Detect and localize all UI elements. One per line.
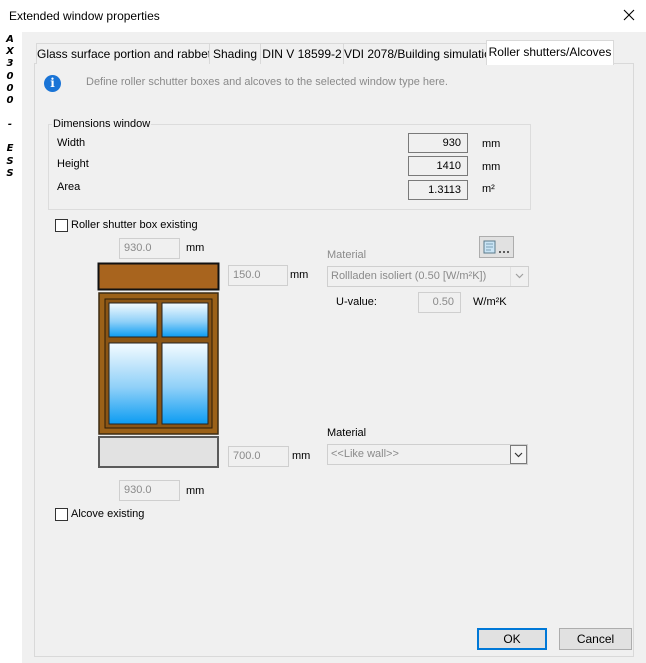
tab-vdi-2078[interactable]: VDI 2078/Building simulation bbox=[343, 43, 497, 64]
chevron-down-icon bbox=[510, 445, 527, 464]
alcove-checkbox[interactable] bbox=[55, 508, 68, 521]
width-field: 930 bbox=[408, 133, 468, 153]
roller-shutter-checkbox-label[interactable]: Roller shutter box existing bbox=[71, 219, 198, 231]
side-strip-label: A X 3 0 0 0 - E S S bbox=[3, 34, 17, 180]
width-label: Width bbox=[57, 137, 86, 149]
top-width-field[interactable]: 930.0 bbox=[119, 238, 180, 259]
material-catalog-button[interactable] bbox=[479, 236, 514, 258]
side-char bbox=[3, 131, 17, 143]
side-char: 0 bbox=[6, 82, 14, 94]
width-unit: mm bbox=[482, 138, 501, 150]
box-height-field[interactable]: 150.0 bbox=[228, 265, 288, 286]
roller-shutter-checkbox[interactable] bbox=[55, 219, 68, 232]
glass-pane-top-left bbox=[108, 302, 158, 338]
catalog-icon bbox=[483, 240, 509, 254]
window-illustration bbox=[97, 262, 220, 468]
side-char: 0 bbox=[6, 70, 14, 82]
height-field: 1410 bbox=[408, 156, 468, 176]
alcove-material-value: <<Like wall>> bbox=[331, 448, 399, 460]
side-char: E bbox=[6, 143, 14, 155]
alcove-height-field[interactable]: 700.0 bbox=[228, 446, 289, 467]
side-char: - bbox=[7, 119, 13, 131]
roller-shutter-box bbox=[97, 262, 220, 291]
alcove-checkbox-label[interactable]: Alcove existing bbox=[71, 508, 144, 520]
alcove-height-unit: mm bbox=[292, 450, 311, 462]
info-text: Define roller schutter boxes and alcoves… bbox=[86, 76, 448, 88]
shutter-material-select[interactable]: Rollladen isoliert (0.50 [W/m²K]) bbox=[327, 266, 529, 287]
alcove-material-select[interactable]: <<Like wall>> bbox=[327, 444, 528, 465]
alcove-material-label: Material bbox=[327, 427, 367, 439]
side-char: S bbox=[6, 155, 14, 167]
uvalue-unit: W/m²K bbox=[473, 296, 507, 308]
side-char: A bbox=[6, 34, 14, 45]
close-button[interactable] bbox=[616, 4, 642, 28]
side-char: 0 bbox=[6, 95, 14, 107]
window-title: Extended window properties bbox=[9, 9, 160, 23]
tab-glass-surface[interactable]: Glass surface portion and rabbets bbox=[36, 43, 217, 64]
info-icon: i bbox=[44, 75, 61, 92]
glass-pane-bottom-right bbox=[161, 342, 209, 425]
shutter-material-label: Material bbox=[327, 249, 367, 261]
tab-din-v-18599[interactable]: DIN V 18599-2 bbox=[260, 43, 344, 64]
height-label: Height bbox=[57, 158, 89, 170]
side-char bbox=[3, 107, 17, 119]
side-char: 3 bbox=[6, 58, 14, 70]
alcove-box bbox=[98, 436, 219, 468]
shutter-material-value: Rollladen isoliert (0.50 [W/m²K]) bbox=[331, 270, 487, 282]
dimensions-group-title: Dimensions window bbox=[52, 118, 152, 130]
tab-roller-shutters-alcoves[interactable]: Roller shutters/Alcoves bbox=[486, 40, 614, 65]
bottom-width-field[interactable]: 930.0 bbox=[119, 480, 180, 501]
area-field: 1.3113 bbox=[408, 180, 468, 200]
area-unit: m² bbox=[482, 183, 495, 195]
ok-button[interactable]: OK bbox=[477, 628, 547, 650]
chevron-down-icon bbox=[510, 267, 528, 286]
glass-pane-top-right bbox=[161, 302, 209, 338]
area-label: Area bbox=[57, 181, 81, 193]
uvalue-field[interactable]: 0.50 bbox=[418, 292, 461, 313]
height-unit: mm bbox=[482, 161, 501, 173]
close-icon bbox=[623, 9, 635, 21]
side-char: X bbox=[6, 46, 14, 58]
tab-shading[interactable]: Shading bbox=[209, 43, 261, 64]
cancel-button[interactable]: Cancel bbox=[559, 628, 632, 650]
glass-pane-bottom-left bbox=[108, 342, 158, 425]
top-width-unit: mm bbox=[186, 242, 205, 254]
box-height-unit: mm bbox=[290, 269, 309, 281]
side-char: S bbox=[6, 167, 14, 179]
uvalue-label: U-value: bbox=[336, 296, 377, 308]
bottom-width-unit: mm bbox=[186, 485, 205, 497]
